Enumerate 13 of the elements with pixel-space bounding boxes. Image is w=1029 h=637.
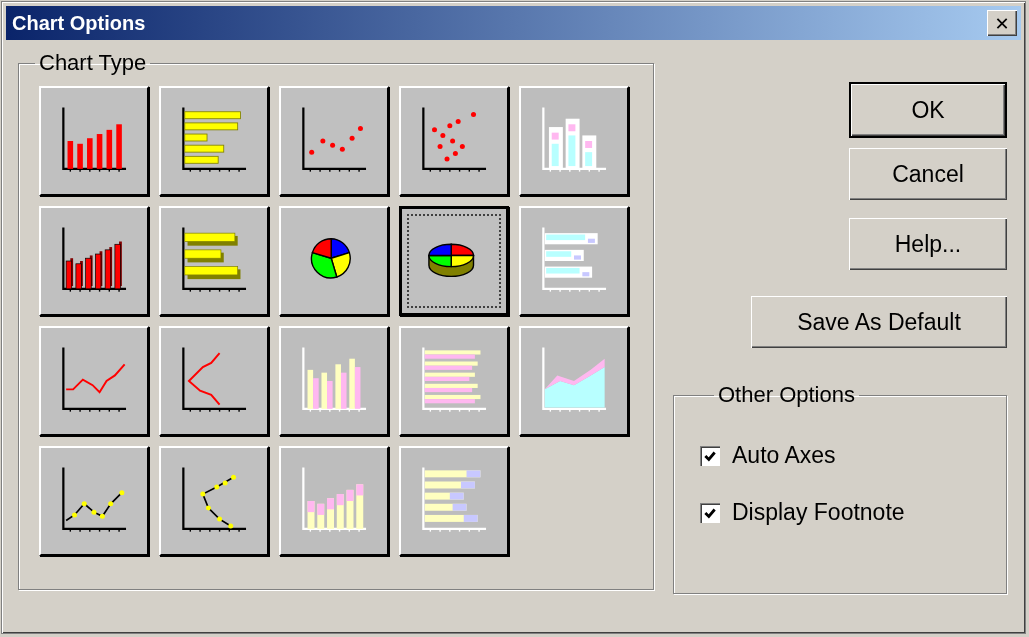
push-button[interactable]: OK — [849, 82, 1007, 138]
checkbox-label[interactable]: Auto Axes — [732, 442, 836, 469]
checkbox-label[interactable]: Display Footnote — [732, 499, 905, 526]
group-title: Other Options — [717, 382, 856, 408]
group-title: Chart Type — [38, 50, 148, 76]
push-button[interactable]: Cancel — [849, 148, 1007, 200]
chart-type-button[interactable] — [399, 206, 509, 316]
checkbox[interactable] — [700, 502, 720, 523]
push-button[interactable]: Save As Default — [751, 296, 1007, 348]
checkbox[interactable] — [700, 445, 720, 466]
close-button[interactable]: ✕ — [987, 10, 1017, 36]
push-button[interactable]: Help... — [849, 218, 1007, 270]
window-title: Chart Options — [12, 11, 146, 35]
